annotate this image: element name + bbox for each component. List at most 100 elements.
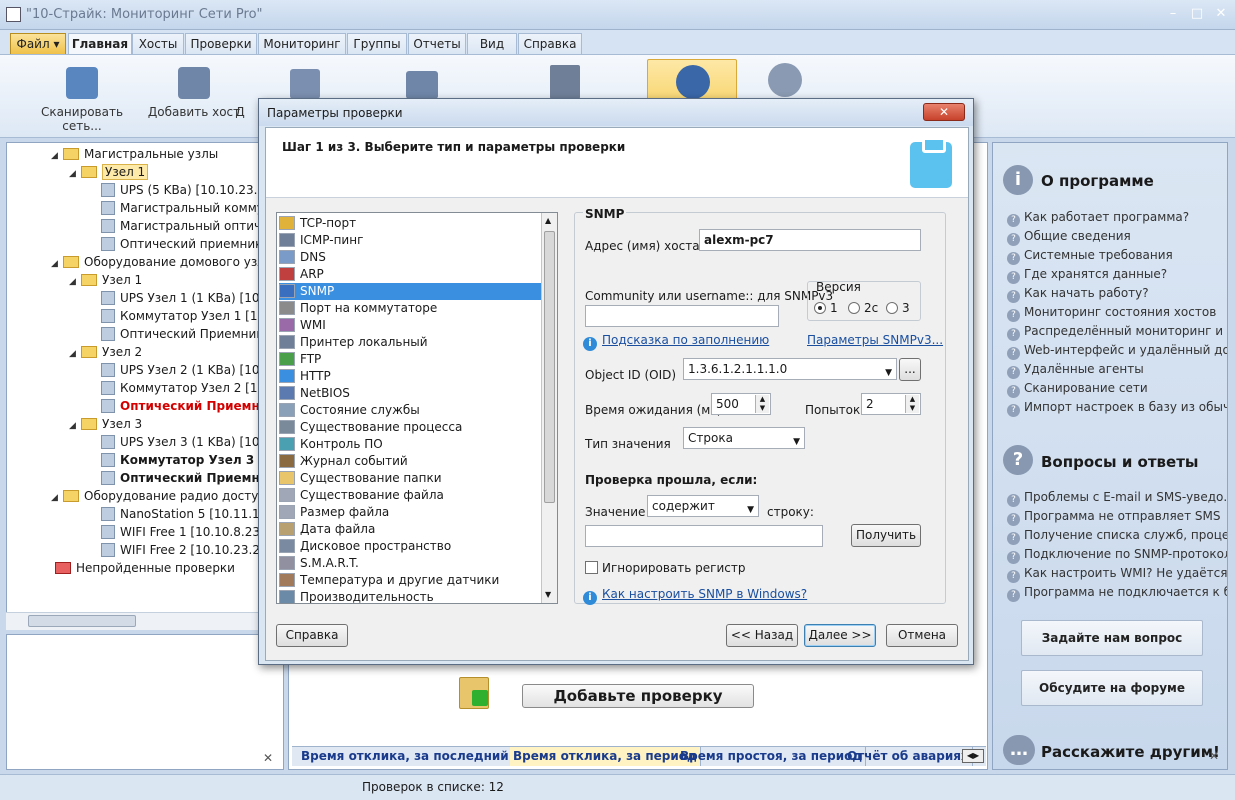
version-1-radio[interactable]: 1 (814, 301, 838, 315)
file-menu[interactable]: Файл ▾ (10, 33, 66, 54)
check-type-item[interactable]: WMI (279, 317, 541, 334)
tree-node[interactable]: Непройденные проверки (43, 559, 235, 577)
help-link[interactable]: ? Удалённые агенты (1007, 360, 1144, 379)
check-type-item[interactable]: Принтер локальный (279, 334, 541, 351)
ignore-case-checkbox[interactable]: Игнорировать регистр (585, 561, 745, 575)
tree-node[interactable]: ◢ Узел 2 (69, 343, 142, 361)
tree-node[interactable]: WIFI Free 2 [10.10.23.21] (101, 541, 272, 559)
tree-node[interactable]: Коммутатор Узел 2 [10.5 (101, 379, 277, 397)
stepper-arrows-icon[interactable]: ▲ ▼ (755, 395, 769, 413)
help-link[interactable]: ? Как начать работу? (1007, 284, 1149, 303)
tree-node[interactable]: Коммутатор Узел 3 [10. (101, 451, 283, 469)
scroll-down-icon[interactable]: ▼ (545, 590, 551, 599)
minimize-icon[interactable]: – (1164, 6, 1182, 22)
tree-node[interactable]: UPS Узел 3 (1 KBa) [10.1.2 (101, 433, 282, 451)
tab-checks[interactable]: Проверки (185, 33, 257, 54)
timeout-stepper[interactable]: 500 ▲ ▼ (711, 393, 771, 415)
check-type-item[interactable]: Контроль ПО (279, 436, 541, 453)
tab-reports[interactable]: Отчеты (408, 33, 466, 54)
expand-arrow-icon[interactable]: ◢ (51, 255, 63, 273)
help-link[interactable]: ? Системные требования (1007, 246, 1173, 265)
tree-node[interactable]: NanoStation 5 [10.11.19.13] (101, 505, 283, 523)
dialog-close-icon[interactable]: ✕ (923, 103, 965, 121)
host-input[interactable]: alexm-pc7 (699, 229, 921, 251)
check-type-item[interactable]: DNS (279, 249, 541, 266)
tree-horizontal-scrollbar[interactable] (6, 612, 284, 630)
scroll-thumb[interactable] (28, 615, 136, 627)
tree-node[interactable]: UPS Узел 2 (1 KBa) [10.5.1 (101, 361, 282, 379)
tree-node[interactable]: UPS Узел 1 (1 KBa) [10.11. (101, 289, 282, 307)
tab-hosts[interactable]: Хосты (132, 33, 184, 54)
check-type-item[interactable]: Существование процесса (279, 419, 541, 436)
forum-button[interactable]: Обсудите на форуме (1021, 670, 1203, 706)
check-type-item[interactable]: S.M.A.R.T. (279, 555, 541, 572)
help-link[interactable]: ? Распределённый мониторинг и с... (1007, 322, 1227, 341)
check-type-item[interactable]: Температура и другие датчики (279, 572, 541, 589)
help-link[interactable]: ? Программа не отправляет SMS (1007, 507, 1220, 526)
oid-combobox[interactable]: 1.3.6.1.2.1.1.1.0 ▼ (683, 358, 897, 380)
tab-view[interactable]: Вид (467, 33, 517, 54)
tree-node[interactable]: Магистральный коммут (101, 199, 271, 217)
help-link[interactable]: ? Web-интерфейс и удалённый дос... (1007, 341, 1227, 360)
check-type-item[interactable]: Дата файла (279, 521, 541, 538)
value-type-select[interactable]: Строка ▼ (683, 427, 805, 449)
tree-node[interactable]: Оптический Приемник (101, 469, 276, 487)
version-2c-radio[interactable]: 2c (848, 301, 878, 315)
community-input[interactable] (585, 305, 779, 327)
tab-downtime-period[interactable]: Время простоя, за период (677, 747, 867, 766)
tree-node[interactable]: Оптический Приемник У (101, 325, 275, 343)
add-check-button[interactable]: Добавьте проверку (522, 684, 754, 708)
help-link[interactable]: ? Импорт настроек в базу из обыч... (1007, 398, 1227, 417)
help-link[interactable]: ? Где хранятся данные? (1007, 265, 1167, 284)
check-type-item[interactable]: HTTP (279, 368, 541, 385)
tree-node[interactable]: Магистральный оптичес (101, 217, 275, 235)
oid-browse-button[interactable]: ... (899, 358, 921, 381)
tab-home[interactable]: Главная (68, 33, 132, 55)
check-type-item[interactable]: Дисковое пространство (279, 538, 541, 555)
help-link[interactable]: ? Подключение по SNMP-протоколу (1007, 545, 1227, 564)
check-type-item[interactable]: Журнал событий (279, 453, 541, 470)
tree-node[interactable]: Оптический Приемник (101, 397, 276, 415)
scroll-up-icon[interactable]: ▲ (545, 216, 551, 225)
check-type-item[interactable]: SNMP (279, 283, 541, 300)
expand-arrow-icon[interactable]: ◢ (69, 345, 81, 363)
check-type-item[interactable]: Размер файла (279, 504, 541, 521)
list-vertical-scrollbar[interactable]: ▲ ▼ (541, 213, 557, 603)
tree-node[interactable]: ◢ Оборудование домового узла (51, 253, 272, 271)
expand-arrow-icon[interactable]: ◢ (51, 147, 63, 165)
help-link[interactable]: ? Мониторинг состояния хостов (1007, 303, 1216, 322)
tree-node[interactable]: WIFI Free 1 [10.10.8.23] (101, 523, 265, 541)
tab-response-period[interactable]: Время отклика, за период (510, 747, 701, 766)
check-type-item[interactable]: Существование файла (279, 487, 541, 504)
check-type-item[interactable]: Состояние службы (279, 402, 541, 419)
stepper-arrows-icon[interactable]: ▲ ▼ (905, 395, 919, 413)
expand-arrow-icon[interactable]: ◢ (51, 489, 63, 507)
tree-node[interactable]: ◢ Оборудование радио доступа (51, 487, 274, 505)
check-type-item[interactable]: TCP-порт (279, 215, 541, 232)
cancel-button[interactable]: Отмена (886, 624, 958, 647)
check-type-item[interactable]: Производительность (279, 589, 541, 603)
get-value-button[interactable]: Получить (851, 524, 921, 547)
snmpv3-params-link[interactable]: Параметры SNMPv3... (807, 333, 943, 347)
tab-alarm-report[interactable]: Отчёт об авариях (844, 747, 973, 766)
help-link[interactable]: ? Сканирование сети (1007, 379, 1148, 398)
help-link[interactable]: ? Проблемы с E-mail и SMS-уведо... (1007, 488, 1227, 507)
condition-select[interactable]: содержит ▼ (647, 495, 759, 517)
next-button[interactable]: Далее >> (804, 624, 876, 647)
maximize-icon[interactable]: □ (1188, 6, 1206, 22)
tree-node[interactable]: Оптический приемник [ (101, 235, 271, 253)
tab-scroll-arrows-icon[interactable]: ◀▶ (962, 749, 984, 763)
tree-node[interactable]: ◢ Магистральные узлы (51, 145, 218, 163)
tree-node[interactable]: Коммутатор Узел 1 [10.5 (101, 307, 277, 325)
back-button[interactable]: << Назад (726, 624, 798, 647)
check-type-item[interactable]: Существование папки (279, 470, 541, 487)
close-icon[interactable]: ✕ (1212, 6, 1230, 22)
retries-stepper[interactable]: 2 ▲ ▼ (861, 393, 921, 415)
help-link[interactable]: ? Программа не подключается к б... (1007, 583, 1227, 602)
version-3-radio[interactable]: 3 (886, 301, 910, 315)
scan-network-button[interactable]: Сканировать сеть... (22, 61, 142, 133)
check-type-list[interactable]: TCP-порт ICMP-пинг DNS ARP SNMP Порт на комму… (276, 212, 558, 604)
tree-node[interactable]: ◢ Узел 3 (69, 415, 142, 433)
check-type-item[interactable]: NetBIOS (279, 385, 541, 402)
check-type-item[interactable]: ICMP-пинг (279, 232, 541, 249)
